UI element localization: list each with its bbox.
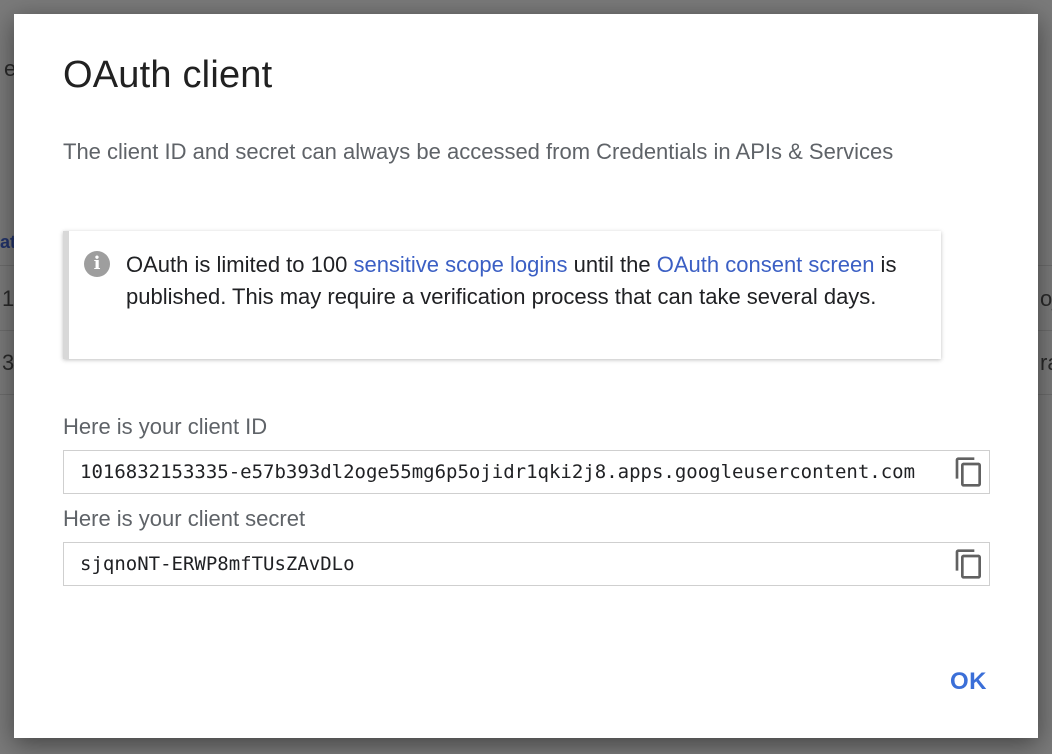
info-icon: i <box>84 251 110 277</box>
notice-text: OAuth is limited to 100 sensitive scope … <box>126 249 926 313</box>
dialog-subtitle: The client ID and secret can always be a… <box>63 139 894 164</box>
sensitive-scope-logins-link[interactable]: sensitive scope logins <box>353 252 567 277</box>
notice-text-middle: until the <box>567 252 657 277</box>
copy-client-id-button[interactable] <box>953 456 985 488</box>
copy-icon <box>955 549 981 579</box>
oauth-consent-screen-link[interactable]: OAuth consent screen <box>657 252 875 277</box>
client-id-value[interactable]: 1016832153335-e57b393dl2oge55mg6p5ojidr1… <box>80 451 952 493</box>
background-fragment: 1 <box>2 286 15 311</box>
client-secret-label: Here is your client secret <box>63 506 306 531</box>
copy-icon <box>955 457 981 487</box>
client-secret-field[interactable]: sjqnoNT-ERWP8mfTUsZAvDLo <box>63 542 990 586</box>
copy-client-secret-button[interactable] <box>953 548 985 580</box>
client-secret-value[interactable]: sjqnoNT-ERWP8mfTUsZAvDLo <box>80 543 952 585</box>
client-id-label: Here is your client ID <box>63 414 268 439</box>
dialog-title: OAuth client <box>63 54 273 96</box>
background-fragment: ra <box>1040 350 1052 375</box>
client-id-field[interactable]: 1016832153335-e57b393dl2oge55mg6p5ojidr1… <box>63 450 990 494</box>
oauth-client-dialog: OAuth client The client ID and secret ca… <box>14 14 1038 738</box>
notice-text-before: OAuth is limited to 100 <box>126 252 354 277</box>
ok-button[interactable]: OK <box>950 668 987 696</box>
background-fragment: oj <box>1040 286 1052 311</box>
oauth-limit-notice: i OAuth is limited to 100 sensitive scop… <box>63 231 941 359</box>
background-fragment: 3 <box>2 350 15 375</box>
